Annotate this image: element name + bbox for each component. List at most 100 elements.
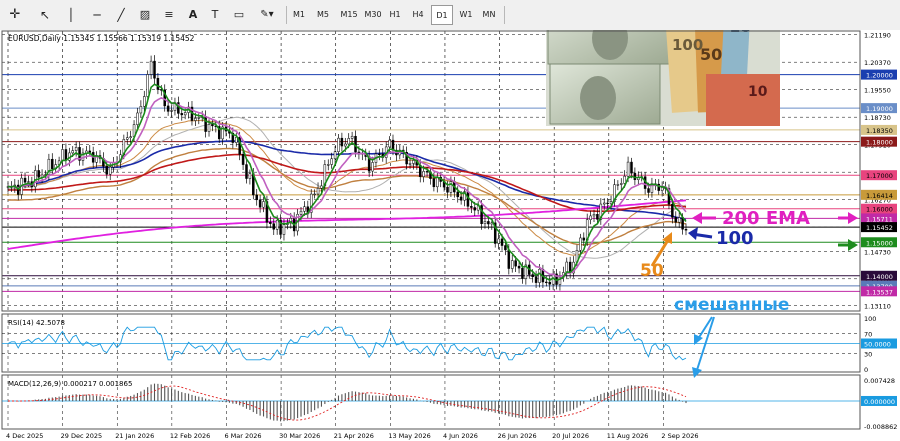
candle-body bbox=[674, 217, 678, 223]
horizontal-line-icon[interactable]: ─ bbox=[88, 5, 106, 25]
candle-body bbox=[282, 224, 286, 235]
candle-body bbox=[245, 164, 248, 179]
tf-m15[interactable]: M15 bbox=[336, 5, 362, 25]
candle-body bbox=[34, 170, 37, 188]
tf-h4[interactable]: H4 bbox=[407, 5, 429, 25]
candle-body bbox=[197, 117, 201, 119]
macd-tick: 0.007428 bbox=[864, 377, 895, 385]
level-tag-label: 1.18350 bbox=[866, 127, 893, 135]
candle-body bbox=[510, 260, 514, 269]
candle-body bbox=[303, 206, 306, 212]
candle-body bbox=[602, 202, 606, 205]
candle-body bbox=[139, 106, 143, 114]
macd-label: MACD(12,26,9) 0.000217 0.001865 bbox=[8, 380, 132, 388]
candle-body bbox=[170, 110, 173, 112]
candle-body bbox=[347, 138, 350, 145]
level-tag-label: 1.16414 bbox=[866, 192, 893, 200]
candle-body bbox=[320, 185, 323, 189]
candle-body bbox=[143, 96, 146, 107]
candle-body bbox=[436, 176, 439, 188]
candle-body bbox=[459, 196, 463, 201]
candle-body bbox=[258, 199, 262, 208]
candle-body bbox=[412, 160, 415, 164]
tf-m5[interactable]: M5 bbox=[312, 5, 334, 25]
tf-m1[interactable]: M1 bbox=[288, 5, 310, 25]
candle-body bbox=[344, 143, 347, 147]
channel-icon[interactable]: ▨ bbox=[136, 5, 154, 25]
candle-body bbox=[88, 150, 92, 153]
candle-body bbox=[677, 217, 681, 223]
macd-tick: 0.000000 bbox=[864, 398, 895, 406]
candle-body bbox=[626, 161, 630, 177]
candle-body bbox=[269, 222, 272, 224]
candle-body bbox=[521, 267, 524, 279]
date-tick: 4 Jun 2026 bbox=[443, 432, 478, 440]
vertical-line-icon[interactable]: │ bbox=[62, 5, 80, 25]
candle-body bbox=[211, 124, 214, 127]
candle-body bbox=[180, 113, 184, 116]
candle-body bbox=[592, 214, 596, 217]
tf-d1[interactable]: D1 bbox=[431, 5, 453, 25]
candle-body bbox=[149, 60, 153, 75]
level-tag-label: 1.18000 bbox=[866, 139, 893, 147]
ema200-label: 200 EMA bbox=[722, 208, 810, 229]
candle-body bbox=[538, 268, 541, 283]
candle-body bbox=[64, 149, 68, 161]
price-tick: 1.13110 bbox=[864, 303, 891, 311]
candle-body bbox=[620, 183, 623, 185]
candle-body bbox=[660, 187, 664, 191]
candle-body bbox=[37, 170, 40, 178]
candle-body bbox=[446, 186, 449, 193]
candle-body bbox=[125, 137, 129, 140]
rsi-label: RSI(14) 42.5078 bbox=[8, 319, 65, 327]
candle-body bbox=[371, 162, 374, 172]
crosshair-icon[interactable]: ✛ bbox=[6, 5, 24, 25]
macd-tick: -0.008862 bbox=[864, 423, 897, 431]
label-tool-icon[interactable]: T bbox=[206, 5, 224, 25]
candle-body bbox=[71, 150, 74, 154]
trendline-icon[interactable]: ╱ bbox=[112, 5, 130, 25]
price-tick: 1.14730 bbox=[864, 248, 891, 256]
candle-body bbox=[606, 202, 609, 205]
candle-body bbox=[136, 112, 139, 125]
candle-body bbox=[61, 149, 64, 162]
price-tick: 1.21190 bbox=[864, 32, 891, 40]
tf-m30[interactable]: M30 bbox=[360, 5, 386, 25]
tf-mn[interactable]: MN bbox=[478, 5, 500, 25]
candle-body bbox=[483, 221, 487, 224]
level-tag-label: 1.15452 bbox=[866, 224, 893, 232]
date-tick: 20 Jul 2026 bbox=[552, 432, 589, 440]
currency-photo: 100 50 20 10 bbox=[546, 30, 780, 126]
candle-body bbox=[241, 154, 245, 165]
text-tool-icon[interactable]: A bbox=[184, 5, 202, 25]
candle-body bbox=[422, 171, 425, 177]
candle-body bbox=[337, 137, 340, 152]
candle-body bbox=[616, 184, 620, 186]
candle-body bbox=[27, 181, 30, 183]
candle-body bbox=[316, 187, 320, 195]
candle-body bbox=[350, 135, 354, 139]
shapes-dropdown-icon[interactable]: ✎▾ bbox=[254, 5, 280, 25]
candle-body bbox=[500, 238, 504, 246]
cursor-icon[interactable]: ↖ bbox=[36, 5, 54, 25]
fibonacci-icon[interactable]: ≡ bbox=[160, 5, 178, 25]
candle-body bbox=[497, 238, 500, 244]
candle-body bbox=[545, 281, 548, 284]
date-tick: 21 Jan 2026 bbox=[115, 432, 154, 440]
date-tick: 2 Sep 2026 bbox=[661, 432, 698, 440]
candle-body bbox=[330, 158, 333, 165]
date-tick: 26 Jun 2026 bbox=[498, 432, 537, 440]
rectangle-icon[interactable]: ▭ bbox=[230, 5, 248, 25]
tf-h1[interactable]: H1 bbox=[384, 5, 406, 25]
candle-body bbox=[262, 201, 265, 208]
candle-body bbox=[504, 245, 507, 251]
candle-body bbox=[327, 164, 330, 166]
candle-body bbox=[579, 237, 582, 251]
level-tag-label: 1.19000 bbox=[866, 105, 893, 113]
candle-body bbox=[340, 137, 344, 147]
candle-body bbox=[425, 171, 429, 173]
candle-body bbox=[248, 173, 252, 179]
tf-w1[interactable]: W1 bbox=[455, 5, 477, 25]
date-tick: 30 Mar 2026 bbox=[279, 432, 320, 440]
candle-body bbox=[23, 177, 27, 183]
